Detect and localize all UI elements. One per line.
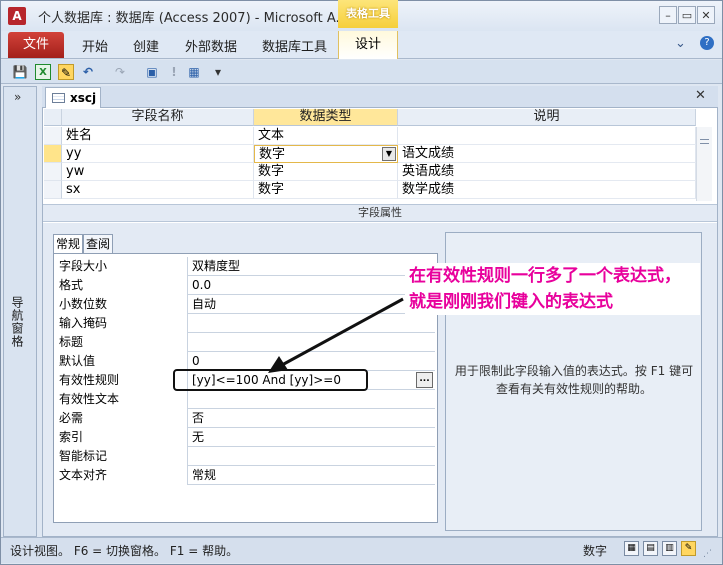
- property-value[interactable]: 双精度型: [188, 257, 435, 276]
- tab-general[interactable]: 常规: [53, 234, 84, 254]
- tab-design[interactable]: 设计: [338, 31, 398, 59]
- minimize-button[interactable]: –: [659, 6, 677, 24]
- property-row: 有效性文本: [55, 390, 435, 409]
- property-value[interactable]: 否: [188, 409, 435, 428]
- field-name-cell[interactable]: yy: [62, 145, 254, 163]
- property-label: 必需: [55, 409, 188, 428]
- close-button[interactable]: ✕: [697, 6, 715, 24]
- table-icon[interactable]: ▦: [186, 64, 202, 80]
- property-row: 字段大小 双精度型: [55, 257, 435, 276]
- undo-icon[interactable]: ↶: [80, 64, 96, 80]
- property-label: 索引: [55, 428, 188, 447]
- primary-key-icon[interactable]: !: [166, 64, 182, 80]
- restore-button[interactable]: ▭: [678, 6, 696, 24]
- annotation-arrow-icon: [268, 297, 404, 373]
- property-label: 有效性文本: [55, 390, 188, 409]
- tab-create[interactable]: 创建: [133, 36, 159, 55]
- property-label: 默认值: [55, 352, 188, 371]
- data-type-cell[interactable]: 文本: [254, 127, 398, 145]
- annotation-callout: 在有效性规则一行多了一个表达式，就是刚刚我们键入的表达式: [405, 263, 700, 315]
- design-view-icon[interactable]: ✎: [681, 541, 696, 556]
- tab-home[interactable]: 开始: [82, 36, 108, 55]
- tab-external-data[interactable]: 外部数据: [185, 36, 237, 55]
- description-cell[interactable]: 数学成绩: [398, 181, 696, 199]
- property-row: 索引无: [55, 428, 435, 447]
- collapse-ribbon-icon[interactable]: ⌄: [675, 36, 686, 51]
- table-tools-context-label: 表格工具: [338, 0, 398, 28]
- access-app-icon[interactable]: A: [8, 7, 26, 25]
- document-tab-bar: [42, 86, 718, 108]
- design-view-icon[interactable]: ✎: [58, 64, 74, 80]
- status-message: 设计视图。 F6 = 切换窗格。 F1 = 帮助。: [10, 544, 239, 558]
- excel-icon[interactable]: X: [35, 64, 51, 80]
- column-header-field-name[interactable]: 字段名称: [62, 109, 254, 126]
- property-value[interactable]: 0.0: [188, 276, 435, 295]
- property-row: 文本对齐 常规: [55, 466, 435, 485]
- field-name-cell[interactable]: 姓名: [62, 127, 254, 145]
- row-selector[interactable]: [44, 163, 62, 181]
- pivottable-view-icon[interactable]: ▤: [643, 541, 658, 556]
- field-name-cell[interactable]: sx: [62, 181, 254, 199]
- property-label: 标题: [55, 333, 188, 352]
- data-type-cell[interactable]: 数字: [254, 181, 398, 199]
- expression-builder-button[interactable]: ...: [416, 372, 433, 388]
- pivotchart-view-icon[interactable]: ▥: [662, 541, 677, 556]
- resize-grip-icon[interactable]: ⋰: [703, 548, 715, 560]
- tab-database-tools[interactable]: 数据库工具: [262, 36, 327, 55]
- property-label: 格式: [55, 276, 188, 295]
- property-help-text: 用于限制此字段输入值的表达式。按 F1 键可查看有关有效性规则的帮助。: [454, 364, 694, 396]
- data-type-select[interactable]: 数字: [254, 145, 398, 163]
- scroll-thumb-grip[interactable]: [700, 139, 709, 144]
- description-cell[interactable]: 英语成绩: [398, 163, 696, 181]
- quick-access-toolbar: [1, 60, 722, 84]
- property-label: 小数位数: [55, 295, 188, 314]
- row-selector-current[interactable]: [44, 145, 62, 163]
- help-icon[interactable]: ?: [700, 36, 714, 50]
- property-label: 智能标记: [55, 447, 188, 466]
- document-close-icon[interactable]: ✕: [695, 88, 706, 103]
- navigation-pane-label[interactable]: 导航窗格: [9, 296, 26, 348]
- data-type-cell[interactable]: 数字: [254, 163, 398, 181]
- customize-toolbar-icon[interactable]: ▾: [210, 64, 226, 80]
- redo-icon[interactable]: ↷: [112, 64, 128, 80]
- property-value[interactable]: 无: [188, 428, 435, 447]
- column-header-description[interactable]: 说明: [398, 109, 696, 126]
- nav-expand-icon[interactable]: »: [14, 90, 21, 104]
- tab-lookup[interactable]: 查阅: [83, 234, 114, 254]
- datasheet-view-icon[interactable]: ▦: [624, 541, 639, 556]
- property-value[interactable]: 常规: [188, 466, 435, 485]
- property-label: 字段大小: [55, 257, 188, 276]
- description-cell[interactable]: [398, 127, 696, 145]
- tab-file[interactable]: 文件: [8, 32, 64, 58]
- property-label: 输入掩码: [55, 314, 188, 333]
- row-selector[interactable]: [44, 127, 62, 145]
- field-name-cell[interactable]: yw: [62, 163, 254, 181]
- table-icon: [52, 93, 65, 103]
- property-row: 必需否: [55, 409, 435, 428]
- document-tab-label: xscj: [70, 91, 97, 105]
- window-title: 个人数据库 : 数据库 (Access 2007) - Microsoft A.…: [38, 11, 348, 26]
- save-icon[interactable]: 💾: [12, 64, 28, 80]
- property-label: 文本对齐: [55, 466, 188, 485]
- column-header-data-type[interactable]: 数据类型: [254, 109, 398, 126]
- property-value[interactable]: [188, 390, 435, 409]
- property-value[interactable]: [188, 447, 435, 466]
- field-properties-header: 字段属性: [43, 204, 717, 222]
- status-mode: 数字: [583, 544, 608, 558]
- property-row: 格式 0.0: [55, 276, 435, 295]
- description-cell[interactable]: 语文成绩: [398, 145, 696, 163]
- property-label: 有效性规则: [55, 371, 188, 390]
- row-selector[interactable]: [44, 181, 62, 199]
- property-row: 智能标记: [55, 447, 435, 466]
- document-tab-xscj[interactable]: xscj: [45, 87, 101, 108]
- view-icon[interactable]: ▣: [144, 64, 160, 80]
- grid-corner[interactable]: [44, 109, 62, 126]
- chevron-down-icon[interactable]: ▼: [382, 147, 396, 161]
